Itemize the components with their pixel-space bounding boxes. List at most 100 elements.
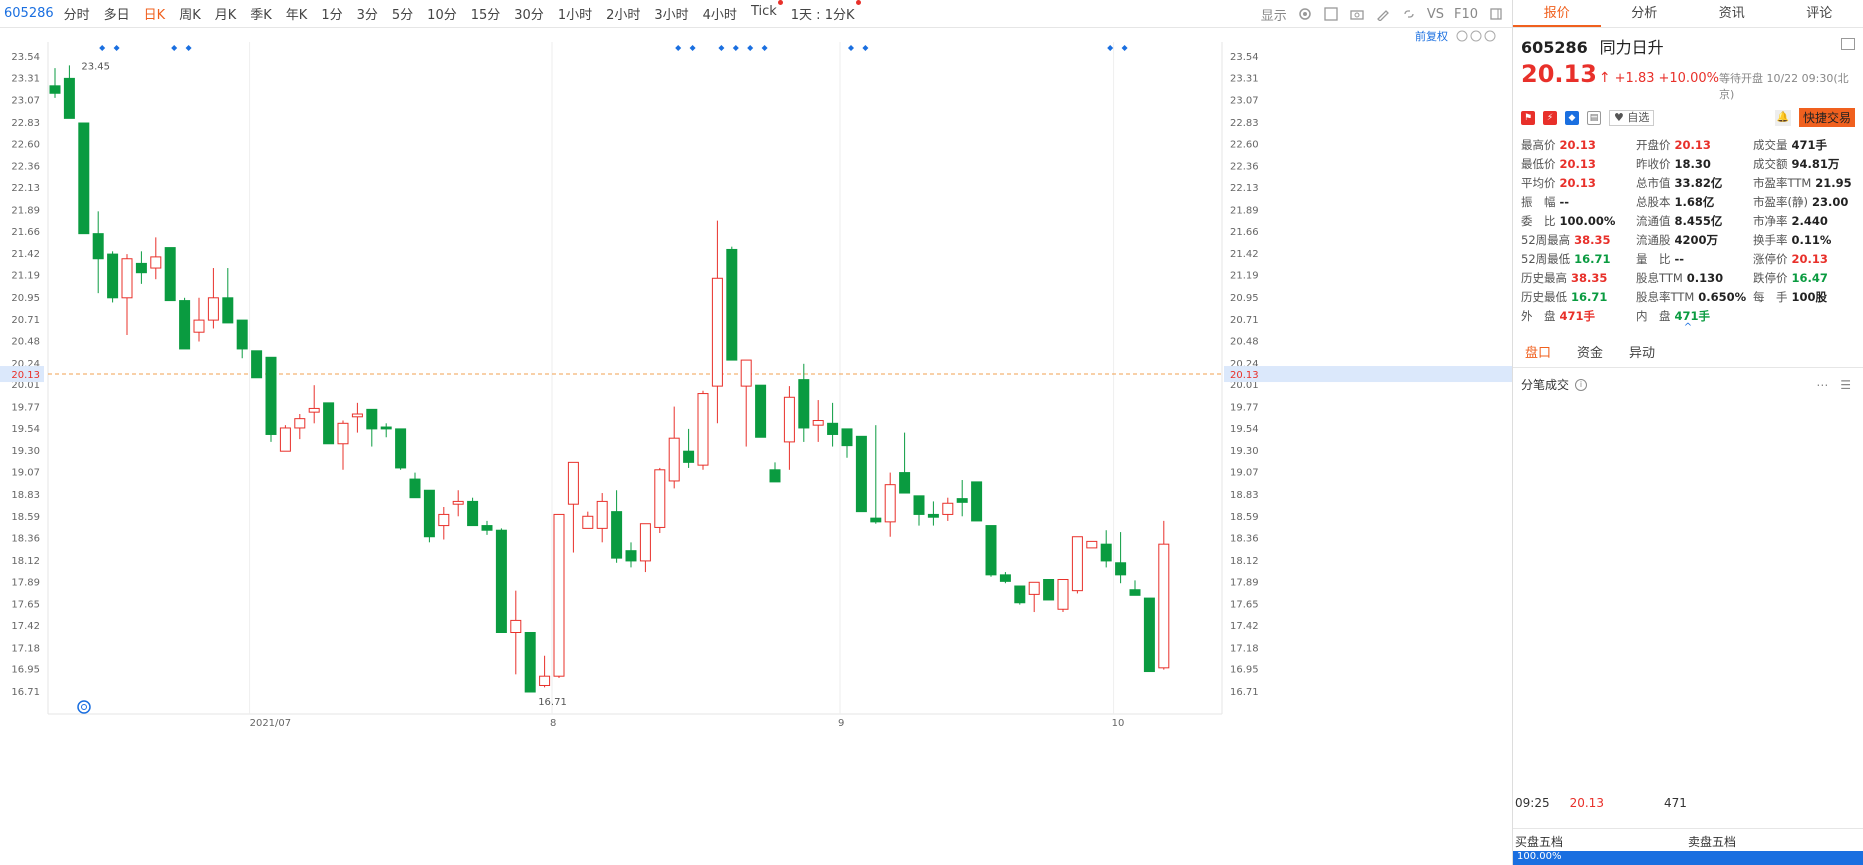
period-14[interactable]: 2小时 bbox=[606, 4, 640, 23]
candle-body[interactable] bbox=[121, 258, 133, 299]
event-marker-icon[interactable] bbox=[99, 45, 106, 51]
candle-body[interactable] bbox=[711, 277, 723, 387]
tag-icon[interactable]: ◆ bbox=[1565, 110, 1579, 125]
candle-body[interactable] bbox=[251, 350, 263, 379]
period-7[interactable]: 1分 bbox=[321, 4, 342, 23]
candle-body[interactable] bbox=[596, 500, 608, 529]
candle-body[interactable] bbox=[1086, 540, 1098, 549]
candle-body[interactable] bbox=[567, 461, 579, 505]
candle-body[interactable] bbox=[1143, 597, 1155, 673]
candle-body[interactable] bbox=[423, 489, 435, 538]
event-marker-icon[interactable] bbox=[732, 45, 739, 51]
stock-code-label[interactable]: 605286 bbox=[4, 6, 54, 21]
candle-body[interactable] bbox=[380, 426, 392, 430]
candle-body[interactable] bbox=[1071, 536, 1083, 592]
zoom-out-icon[interactable] bbox=[1470, 30, 1482, 42]
candle-body[interactable] bbox=[395, 428, 407, 469]
candle-body[interactable] bbox=[927, 513, 939, 518]
event-marker-icon[interactable] bbox=[675, 45, 682, 51]
link-icon[interactable] bbox=[1401, 6, 1417, 22]
candle-body[interactable] bbox=[107, 253, 119, 299]
vs-button[interactable]: VS bbox=[1427, 7, 1444, 22]
event-marker-icon[interactable] bbox=[761, 45, 768, 51]
event-marker-icon[interactable] bbox=[113, 45, 120, 51]
candle-body[interactable] bbox=[769, 469, 781, 483]
candle-body[interactable] bbox=[495, 529, 507, 633]
candle-body[interactable] bbox=[222, 297, 234, 324]
candle-body[interactable] bbox=[740, 359, 752, 387]
candle-body[interactable] bbox=[135, 262, 147, 274]
candle-body[interactable] bbox=[337, 422, 349, 445]
candle-body[interactable] bbox=[539, 675, 551, 686]
candle-body[interactable] bbox=[985, 525, 997, 576]
candle-body[interactable] bbox=[1129, 589, 1141, 596]
book-sell-label[interactable]: 卖盘五档 bbox=[1688, 833, 1861, 850]
settings-icon[interactable] bbox=[1297, 6, 1313, 22]
sub-tab-0[interactable]: 盘口 bbox=[1525, 342, 1551, 361]
candle-body[interactable] bbox=[467, 500, 479, 527]
f10-button[interactable]: F10 bbox=[1454, 7, 1478, 22]
period-13[interactable]: 1小时 bbox=[558, 4, 592, 23]
candle-body[interactable] bbox=[366, 408, 378, 430]
candle-body[interactable] bbox=[49, 85, 61, 94]
period-10[interactable]: 10分 bbox=[427, 4, 457, 23]
period-1[interactable]: 多日 bbox=[104, 4, 130, 23]
candle-body[interactable] bbox=[884, 484, 896, 523]
candle-body[interactable] bbox=[913, 495, 925, 515]
event-marker-icon[interactable] bbox=[747, 45, 754, 51]
candle-body[interactable] bbox=[611, 511, 623, 559]
period-15[interactable]: 3小时 bbox=[654, 4, 688, 23]
candle-body[interactable] bbox=[164, 247, 176, 302]
tab-0[interactable]: 报价 bbox=[1513, 0, 1601, 27]
display-dropdown[interactable]: 显示 bbox=[1261, 5, 1287, 24]
candle-body[interactable] bbox=[179, 300, 191, 350]
event-marker-icon[interactable] bbox=[1121, 45, 1128, 51]
restore-adjust-button[interactable]: 前复权 bbox=[1415, 29, 1448, 43]
zoom-in-icon[interactable] bbox=[1484, 30, 1496, 42]
candle-body[interactable] bbox=[409, 478, 421, 499]
candle-body[interactable] bbox=[942, 502, 954, 515]
candle-body[interactable] bbox=[92, 233, 104, 260]
fast-trade-button[interactable]: 快捷交易 bbox=[1798, 108, 1855, 127]
candle-body[interactable] bbox=[855, 435, 867, 513]
tab-2[interactable]: 资讯 bbox=[1688, 0, 1776, 27]
candle-body[interactable] bbox=[1028, 581, 1040, 595]
candle-body[interactable] bbox=[1100, 543, 1112, 562]
candle-body[interactable] bbox=[323, 402, 335, 445]
candle-body[interactable] bbox=[308, 407, 320, 413]
bell-icon[interactable]: 🔔 bbox=[1774, 109, 1791, 126]
candle-body[interactable] bbox=[755, 384, 767, 438]
period-5[interactable]: 季K bbox=[250, 4, 272, 23]
favorite-button[interactable]: ♥ 自选 bbox=[1609, 109, 1655, 126]
more-icon[interactable]: ⋯ ☰ bbox=[1816, 378, 1855, 392]
candle-body[interactable] bbox=[481, 525, 493, 531]
candle-body[interactable] bbox=[726, 248, 738, 361]
event-marker-icon[interactable] bbox=[1107, 45, 1114, 51]
tab-1[interactable]: 分析 bbox=[1601, 0, 1689, 27]
candle-body[interactable] bbox=[841, 428, 853, 447]
candle-body[interactable] bbox=[63, 77, 75, 119]
flag-icon[interactable]: ⚑ bbox=[1521, 110, 1535, 125]
candle-body[interactable] bbox=[899, 472, 911, 494]
candle-body[interactable] bbox=[351, 413, 363, 418]
window-icon[interactable] bbox=[1841, 38, 1855, 50]
period-16[interactable]: 4小时 bbox=[703, 4, 737, 23]
period-18[interactable]: 1天 : 1分K bbox=[791, 0, 861, 23]
candle-body[interactable] bbox=[150, 256, 162, 269]
event-marker-icon[interactable] bbox=[848, 45, 854, 51]
candle-body[interactable] bbox=[625, 550, 637, 562]
event-marker-icon[interactable] bbox=[862, 45, 869, 51]
candle-body[interactable] bbox=[510, 619, 522, 633]
candle-body[interactable] bbox=[207, 297, 219, 321]
camera-icon[interactable] bbox=[1349, 6, 1365, 22]
candle-body[interactable] bbox=[798, 379, 810, 429]
period-3[interactable]: 周K bbox=[179, 4, 201, 23]
collapse-chevron-icon[interactable]: ^ bbox=[1513, 323, 1863, 334]
candle-body[interactable] bbox=[870, 517, 882, 523]
candle-body[interactable] bbox=[1115, 562, 1127, 576]
candle-body[interactable] bbox=[654, 469, 666, 528]
period-9[interactable]: 5分 bbox=[392, 4, 413, 23]
period-6[interactable]: 年K bbox=[286, 4, 308, 23]
candle-body[interactable] bbox=[1014, 585, 1026, 604]
target-icon[interactable] bbox=[77, 700, 91, 714]
